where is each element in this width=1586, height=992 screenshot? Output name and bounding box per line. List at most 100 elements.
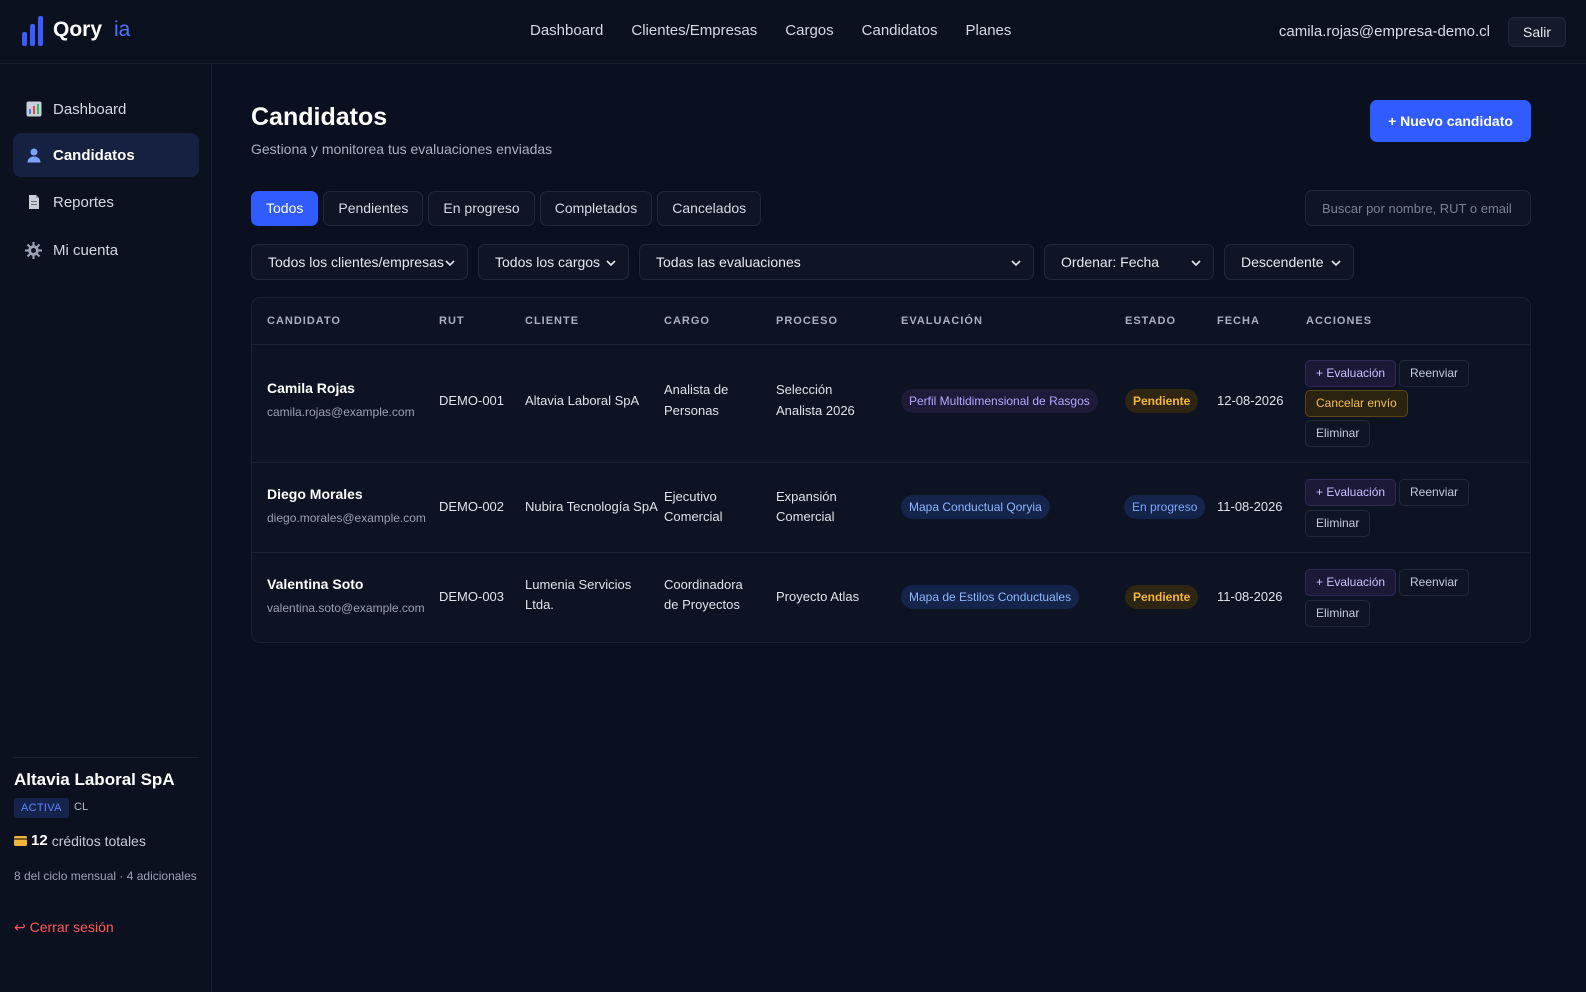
candidate-cargo-line2: Personas [664,403,719,418]
candidate-email: valentina.soto@example.com [267,601,425,615]
add-evaluation-button[interactable]: + Evaluación [1305,569,1397,596]
candidate-cliente-line1: Lumenia Servicios [525,577,632,592]
candidate-proceso-line1: Selección [776,382,833,397]
candidate-name[interactable]: Valentina Soto [267,574,363,594]
candidate-name[interactable]: Camila Rojas [267,378,355,398]
search-input[interactable] [1305,190,1531,226]
sort-direction-value: Descendente [1241,254,1324,270]
sidebar-item-label: Dashboard [53,100,127,118]
tab-pendientes[interactable]: Pendientes [323,191,424,226]
sort-field-select[interactable]: Ordenar: Fecha [1044,244,1214,280]
candidate-name[interactable]: Diego Morales [267,484,363,504]
tab-cancelados[interactable]: Cancelados [657,191,762,226]
candidate-cargo-line2: Comercial [664,509,723,524]
sidebar: Dashboard Candidatos Reportes Mi cuenta … [0,64,212,992]
row-divider [252,344,1530,345]
header-cargo: CARGO [664,315,710,327]
gear-icon [25,241,42,259]
tab-completados[interactable]: Completados [539,191,653,226]
filter-cliente-value: Todos los clientes/empresas [268,254,444,270]
topnav-planes[interactable]: Planes [966,22,1012,39]
delete-button[interactable]: Eliminar [1305,420,1371,447]
user-icon [25,147,42,164]
header-rut: RUT [439,315,465,327]
chevron-down-icon [1331,260,1341,267]
filter-evaluacion-select[interactable]: Todas las evaluaciones [639,244,1034,280]
candidate-cargo-line1: Analista de [664,382,729,397]
row-divider [252,552,1530,553]
status-tabs: Todos Pendientes En progreso Completados… [251,191,762,226]
cancel-send-button[interactable]: Cancelar envío [1305,390,1408,417]
page-subtitle: Gestiona y monitorea tus evaluaciones en… [251,141,553,157]
sort-field-value: Ordenar: Fecha [1061,254,1160,270]
candidate-email: diego.morales@example.com [267,511,426,525]
candidate-rut: DEMO-001 [439,393,505,408]
sidebar-item-mi-cuenta[interactable]: Mi cuenta [13,228,199,272]
candidate-fecha: 12-08-2026 [1217,393,1284,408]
chevron-down-icon [1011,260,1021,267]
logout-link[interactable]: ↩ Cerrar sesión [14,919,114,936]
add-evaluation-button[interactable]: + Evaluación [1305,360,1397,387]
candidate-fecha: 11-08-2026 [1217,499,1283,514]
sidebar-item-candidatos[interactable]: Candidatos [13,133,199,177]
candidate-proceso: Proyecto Atlas [776,589,860,604]
resend-button[interactable]: Reenviar [1399,479,1470,506]
sidebar-item-label: Candidatos [53,146,135,164]
header-candidato: CANDIDATO [267,315,341,327]
filter-cliente-select[interactable]: Todos los clientes/empresas [251,244,468,280]
sidebar-item-label: Mi cuenta [53,241,119,259]
sidebar-item-dashboard[interactable]: Dashboard [13,87,199,131]
candidate-fecha: 11-08-2026 [1217,589,1283,604]
status-badge: Pendiente [1125,585,1199,609]
header-acciones: ACCIONES [1306,315,1373,327]
topnav-clientes[interactable]: Clientes/Empresas [631,22,757,39]
candidate-cliente-line2: Ltda. [525,597,554,612]
sidebar-item-reportes[interactable]: Reportes [13,180,199,224]
credits-summary: 12 créditos totales [14,832,146,849]
sort-direction-select[interactable]: Descendente [1224,244,1354,280]
evaluation-badge: Perfil Multidimensional de Rasgos [901,389,1098,413]
candidate-rut: DEMO-003 [439,589,505,604]
topnav-cargos[interactable]: Cargos [785,22,833,39]
candidate-cargo-line1: Coordinadora [664,577,743,592]
user-email: camila.rojas@empresa-demo.cl [1278,23,1490,40]
candidate-email: camila.rojas@example.com [267,405,415,419]
candidate-proceso-line2: Comercial [776,509,835,524]
candidate-proceso-line1: Expansión [776,489,837,504]
chevron-down-icon [445,260,455,267]
logo-accent: ia [114,18,131,41]
evaluation-badge: Mapa de Estilos Conductuales [901,585,1080,609]
status-badge: En progreso [1124,495,1206,519]
new-candidate-button[interactable]: + Nuevo candidato [1370,100,1531,142]
sidebar-item-label: Reportes [53,193,114,211]
chevron-down-icon [1191,260,1201,267]
topnav-dashboard[interactable]: Dashboard [530,22,603,39]
logo[interactable]: Qory ia [22,14,130,46]
status-badge: ACTIVA [14,798,69,818]
resend-button[interactable]: Reenviar [1399,569,1470,596]
header-fecha: FECHA [1217,315,1260,327]
tab-en-progreso[interactable]: En progreso [428,191,535,226]
candidates-table: CANDIDATO RUT CLIENTE CARGO PROCESO EVAL… [251,297,1531,643]
top-bar: Qory ia Dashboard Clientes/Empresas Carg… [0,0,1586,64]
resend-button[interactable]: Reenviar [1399,360,1470,387]
sidebar-divider [13,757,199,758]
candidate-cargo-line1: Ejecutivo [664,489,717,504]
filter-cargo-select[interactable]: Todos los cargos [478,244,629,280]
candidate-proceso-line2: Analista 2026 [776,403,855,418]
salir-button[interactable]: Salir [1507,17,1566,47]
logo-text: Qory [53,18,103,41]
credit-card-icon [14,833,27,849]
candidate-cliente: Nubira Tecnología SpA [525,499,658,514]
add-evaluation-button[interactable]: + Evaluación [1305,479,1397,506]
delete-button[interactable]: Eliminar [1305,510,1371,537]
tab-todos[interactable]: Todos [251,191,319,226]
filter-cargo-value: Todos los cargos [495,254,601,270]
topnav-candidatos[interactable]: Candidatos [862,22,938,39]
header-estado: ESTADO [1125,315,1177,327]
delete-button[interactable]: Eliminar [1305,600,1371,627]
status-badge: Pendiente [1125,389,1199,413]
chart-icon [25,101,42,118]
candidate-rut: DEMO-002 [439,499,505,514]
filter-evaluacion-value: Todas las evaluaciones [656,254,801,270]
